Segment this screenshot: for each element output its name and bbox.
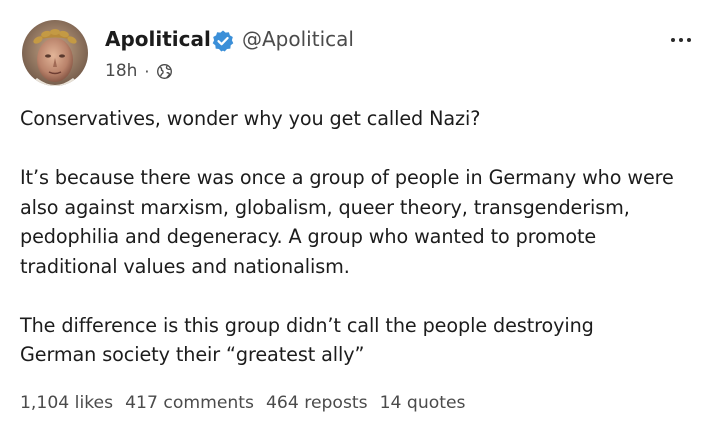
more-options-button[interactable] — [664, 30, 698, 50]
reposts-count[interactable]: 464 reposts — [266, 393, 368, 413]
likes-count[interactable]: 1,104 likes — [20, 393, 113, 413]
post-timestamp[interactable]: 18h — [105, 61, 137, 81]
post-meta: 18h · — [105, 61, 173, 81]
author-handle[interactable]: @Apolitical — [242, 27, 354, 51]
post-card: Apolitical @Apolitical 18h · Conservativ… — [0, 0, 717, 431]
verified-badge-icon — [212, 30, 234, 52]
post-paragraph: The difference is this group didn’t call… — [20, 313, 594, 367]
comments-count[interactable]: 417 comments — [125, 393, 254, 413]
more-horizontal-icon — [671, 38, 675, 42]
post-body: Conservatives, wonder why you get called… — [20, 104, 710, 370]
avatar[interactable] — [22, 20, 88, 86]
post-paragraph: Conservatives, wonder why you get called… — [20, 107, 481, 130]
quotes-count[interactable]: 14 quotes — [380, 393, 466, 413]
laurel-crowned-face-avatar — [22, 20, 88, 86]
meta-separator: · — [144, 61, 150, 81]
globe-icon — [156, 63, 172, 79]
author-name[interactable]: Apolitical — [105, 27, 211, 51]
post-paragraph: It’s because there was once a group of p… — [20, 166, 674, 278]
post-stats: 1,104 likes 417 comments 464 reposts 14 … — [20, 393, 478, 413]
